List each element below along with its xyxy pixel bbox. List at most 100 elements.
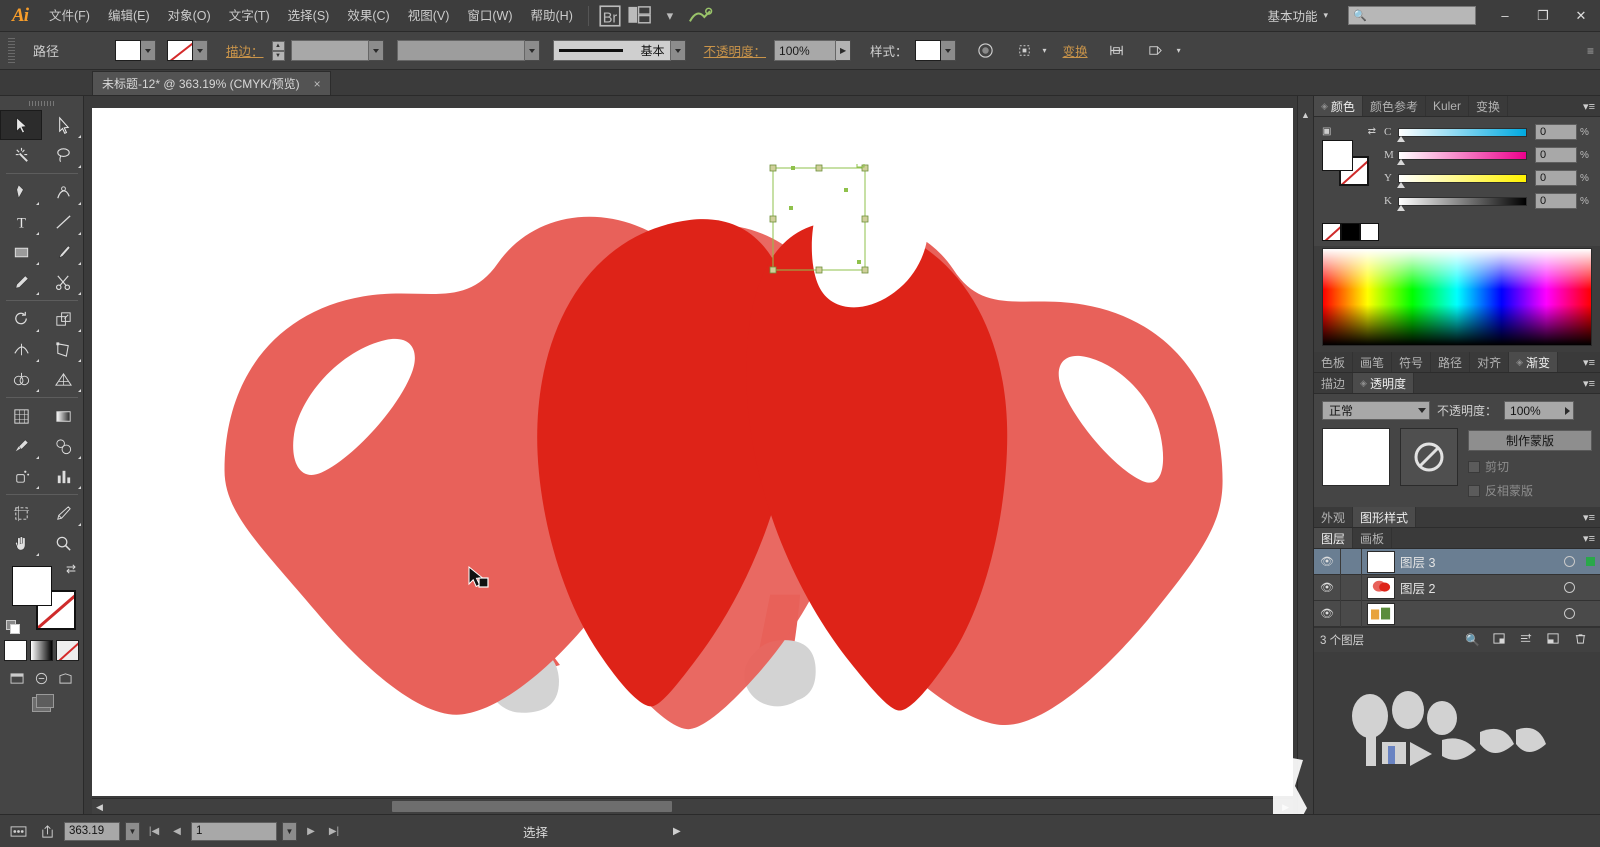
opacity-control[interactable]: 100% ▶ bbox=[774, 40, 852, 61]
tab-align[interactable]: 对齐 bbox=[1470, 352, 1510, 372]
layer-row-1[interactable]: 👁 bbox=[1314, 600, 1600, 627]
fill-dropdown-button[interactable] bbox=[141, 40, 156, 61]
tab-graphic-styles[interactable]: 图形样式 bbox=[1353, 507, 1417, 527]
create-new-sublayer-icon[interactable] bbox=[1513, 632, 1540, 648]
tab-layers[interactable]: 图层 bbox=[1314, 528, 1354, 548]
stroke-weight-control[interactable] bbox=[290, 40, 384, 61]
scroll-left-icon[interactable]: ◀ bbox=[96, 802, 103, 813]
zoom-dropdown-button[interactable]: ▼ bbox=[125, 821, 140, 841]
target-icon[interactable] bbox=[1558, 556, 1580, 567]
menu-type[interactable]: 文字(T) bbox=[220, 0, 279, 32]
blend-mode-select[interactable]: 正常 bbox=[1322, 401, 1430, 420]
stroke-dropdown-button[interactable] bbox=[193, 40, 208, 61]
selection-tool[interactable] bbox=[0, 110, 42, 140]
variable-width-profile-control[interactable]: 基本 bbox=[552, 40, 686, 61]
tab-transparency[interactable]: ◈ 透明度 bbox=[1353, 373, 1414, 393]
tab-stroke[interactable]: 描边 bbox=[1314, 373, 1354, 393]
tab-symbols[interactable]: 符号 bbox=[1392, 352, 1432, 372]
layer-row-2[interactable]: 👁 图层 2 bbox=[1314, 574, 1600, 601]
tools-panel-grip[interactable] bbox=[0, 96, 83, 110]
cyan-value[interactable]: 0 bbox=[1535, 124, 1577, 140]
tab-color-guide[interactable]: 颜色参考 bbox=[1363, 96, 1426, 116]
magenta-slider[interactable] bbox=[1397, 150, 1527, 165]
invert-mask-checkbox[interactable] bbox=[1468, 484, 1480, 497]
gradient-tool[interactable] bbox=[42, 401, 84, 431]
yellow-slider[interactable] bbox=[1397, 173, 1527, 188]
pencil-tool[interactable] bbox=[0, 267, 42, 297]
expand-panels-icon[interactable]: ▲ bbox=[1298, 110, 1313, 120]
rectangle-tool[interactable] bbox=[0, 237, 42, 267]
direct-selection-tool[interactable] bbox=[42, 110, 84, 140]
lock-cell[interactable] bbox=[1340, 600, 1362, 627]
zoom-tool[interactable] bbox=[42, 528, 84, 558]
gradient-mode-button[interactable] bbox=[30, 640, 53, 661]
black-value[interactable]: 0 bbox=[1535, 193, 1577, 209]
horizontal-scroll-thumb[interactable] bbox=[392, 801, 672, 812]
scroll-right-icon[interactable]: ▶ bbox=[1282, 802, 1289, 813]
shape-builder-tool[interactable] bbox=[0, 364, 42, 394]
last-page-icon[interactable]: ▶| bbox=[325, 826, 343, 837]
menu-edit[interactable]: 编辑(E) bbox=[99, 0, 159, 32]
locate-object-icon[interactable]: 🔍 bbox=[1459, 633, 1486, 647]
chevron-down-icon[interactable]: ▾ bbox=[657, 4, 683, 28]
tab-pathfinder[interactable]: 路径 bbox=[1431, 352, 1471, 372]
tab-swatches[interactable]: 色板 bbox=[1314, 352, 1354, 372]
type-tool[interactable]: T bbox=[0, 207, 42, 237]
selection-bounding-box[interactable] bbox=[769, 164, 869, 274]
previous-page-icon[interactable]: ◀ bbox=[168, 826, 186, 837]
zoom-level-input[interactable]: 363.19 bbox=[64, 821, 120, 841]
search-input[interactable]: 🔍 bbox=[1348, 6, 1476, 25]
appearance-panel-menu-icon[interactable]: ▾≡ bbox=[1583, 511, 1595, 524]
layer-name[interactable]: 图层 2 bbox=[1400, 578, 1558, 597]
bridge-icon[interactable]: Br bbox=[597, 4, 623, 28]
recolor-artwork-icon[interactable] bbox=[973, 39, 999, 63]
default-fill-stroke-icon[interactable] bbox=[6, 620, 22, 636]
menu-select[interactable]: 选择(S) bbox=[279, 0, 339, 32]
brush-definition-field[interactable] bbox=[396, 40, 525, 61]
swap-fill-stroke-icon[interactable]: ⇄ bbox=[66, 562, 76, 576]
color-spectrum[interactable] bbox=[1322, 248, 1592, 346]
stroke-weight-dropdown[interactable] bbox=[368, 40, 384, 61]
transform-label[interactable]: 变换 bbox=[1060, 41, 1091, 60]
pen-tool[interactable] bbox=[0, 177, 42, 207]
symbol-sprayer-tool[interactable] bbox=[0, 461, 42, 491]
cyan-slider[interactable] bbox=[1397, 127, 1527, 142]
menu-effect[interactable]: 效果(C) bbox=[338, 0, 398, 32]
graphic-style-control[interactable] bbox=[914, 40, 956, 61]
line-segment-tool[interactable] bbox=[42, 207, 84, 237]
stock-icon[interactable] bbox=[687, 4, 713, 28]
next-page-icon[interactable]: ▶ bbox=[302, 826, 320, 837]
color-fill-stroke-indicator[interactable] bbox=[1322, 140, 1372, 186]
stroke-weight-stepper[interactable]: ▲ ▼ bbox=[271, 40, 285, 61]
width-profile-field[interactable]: 基本 bbox=[552, 40, 671, 61]
full-screen-mode-icon[interactable] bbox=[56, 670, 76, 687]
make-sublayer-icon[interactable] bbox=[1486, 632, 1513, 648]
canvas-horizontal-scrollbar[interactable]: ◀ ▶ bbox=[92, 798, 1293, 814]
target-icon[interactable] bbox=[1558, 582, 1580, 593]
close-icon[interactable]: × bbox=[314, 77, 321, 91]
panel-rail[interactable]: ▲ bbox=[1297, 96, 1313, 814]
yellow-value[interactable]: 0 bbox=[1535, 170, 1577, 186]
color-fill-swatch[interactable] bbox=[1322, 140, 1353, 171]
fill-color-control[interactable] bbox=[115, 40, 156, 61]
perspective-grid-tool[interactable] bbox=[42, 364, 84, 394]
tab-gradient[interactable]: ◈ 渐变 bbox=[1509, 352, 1559, 372]
brush-definition-control[interactable] bbox=[396, 40, 540, 61]
menu-object[interactable]: 对象(O) bbox=[159, 0, 220, 32]
menu-file[interactable]: 文件(F) bbox=[40, 0, 99, 32]
width-tool[interactable] bbox=[0, 334, 42, 364]
artboard-tool[interactable] bbox=[0, 498, 42, 528]
free-transform-tool[interactable] bbox=[42, 334, 84, 364]
swap-colors-icon[interactable]: ⇄ bbox=[1368, 126, 1376, 137]
opacity-label[interactable]: 不透明度： bbox=[701, 41, 770, 60]
magenta-value[interactable]: 0 bbox=[1535, 147, 1577, 163]
graphic-style-dropdown[interactable] bbox=[940, 40, 956, 61]
control-bar-menu-icon[interactable]: ≡ bbox=[1587, 44, 1594, 58]
scissors-tool[interactable] bbox=[42, 267, 84, 297]
share-icon[interactable] bbox=[35, 821, 59, 841]
stroke-weight-field[interactable] bbox=[290, 40, 369, 61]
hand-tool[interactable] bbox=[0, 528, 42, 558]
scale-tool[interactable] bbox=[42, 304, 84, 334]
lock-cell[interactable] bbox=[1340, 574, 1362, 601]
eye-icon[interactable]: 👁 bbox=[1314, 555, 1340, 568]
